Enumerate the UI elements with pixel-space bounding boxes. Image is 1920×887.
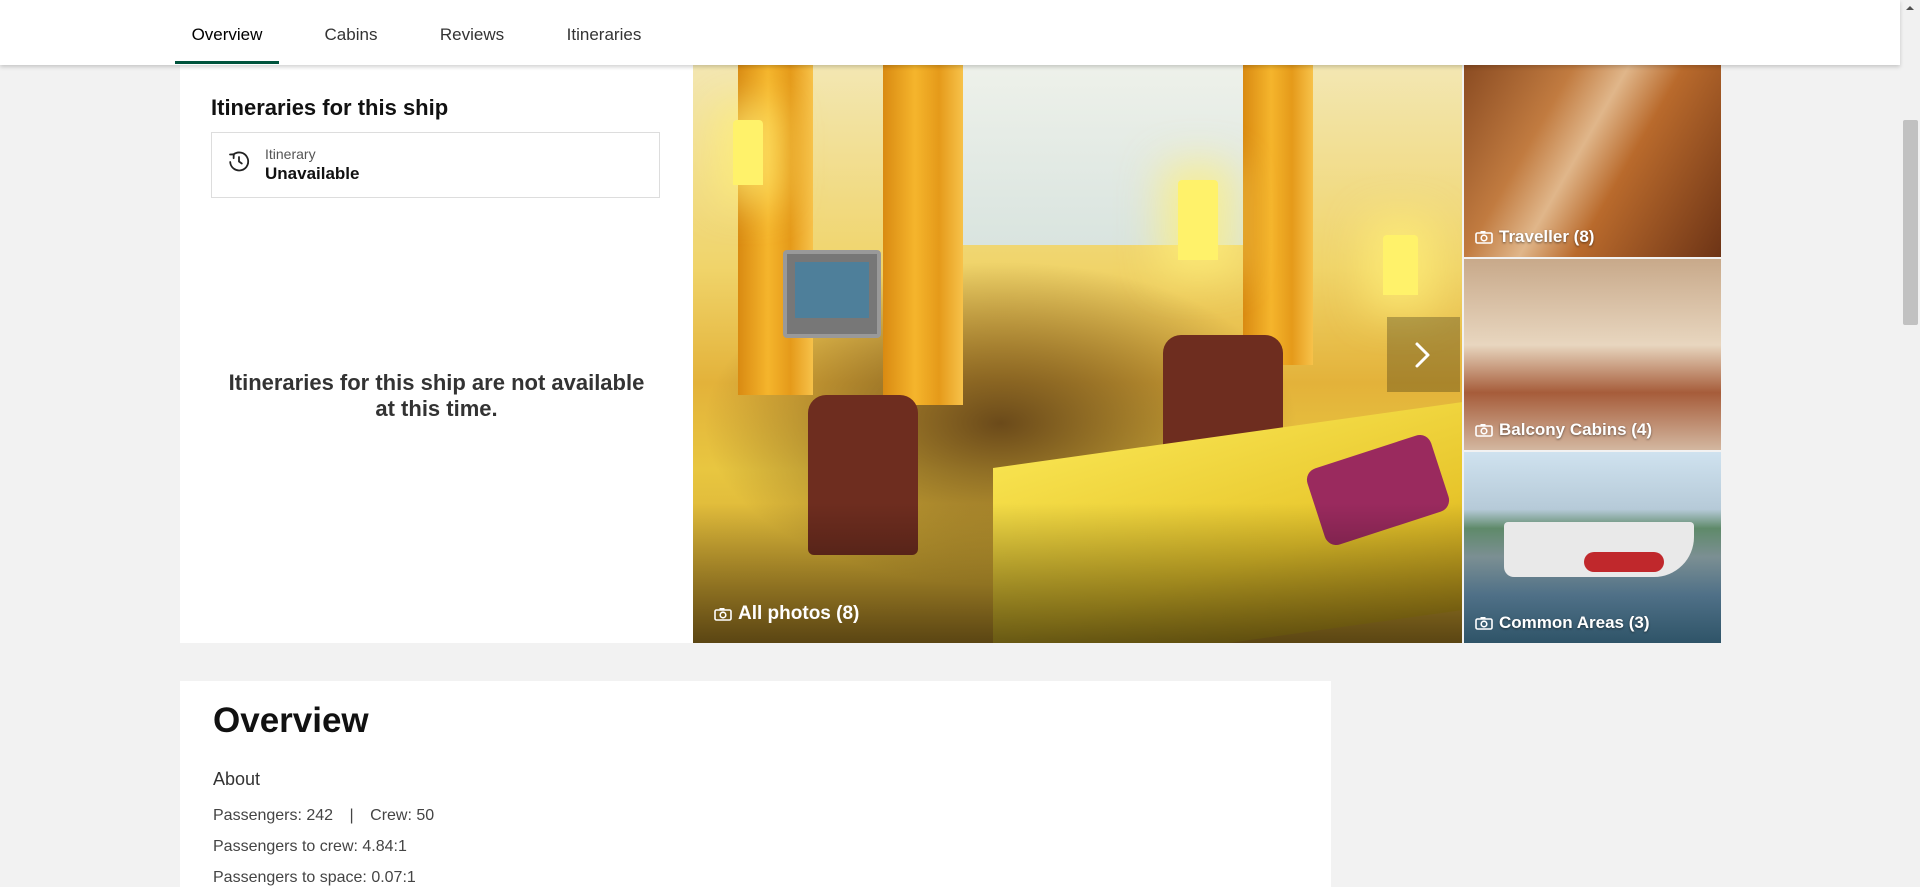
scroll-up-arrow-icon[interactable] — [1900, 0, 1920, 16]
tab-itineraries[interactable]: Itineraries — [558, 0, 650, 64]
passengers-crew-line: Passengers: 242 | Crew: 50 — [213, 807, 434, 825]
overview-heading: Overview — [213, 701, 369, 740]
curtain-left — [738, 65, 813, 395]
message-line-2: at this time. — [375, 396, 498, 421]
common-areas-photo[interactable]: Common Areas (3) — [1464, 452, 1721, 643]
wall-lamp-left — [733, 120, 763, 185]
wall-lamp-right — [1383, 235, 1418, 295]
common-areas-label: Common Areas (3) — [1499, 613, 1650, 632]
tv-screen — [795, 262, 869, 318]
tab-overview[interactable]: Overview — [175, 0, 279, 64]
balcony-cabins-caption: Balcony Cabins (4) — [1475, 420, 1652, 440]
itinerary-status-box: Itinerary Unavailable — [211, 132, 660, 198]
camera-icon — [1475, 617, 1493, 630]
tab-reviews[interactable]: Reviews — [436, 0, 508, 64]
television — [783, 250, 881, 338]
message-line-1: Itineraries for this ship are not availa… — [228, 370, 645, 395]
about-heading: About — [213, 769, 261, 789]
chevron-right-icon — [1415, 342, 1430, 368]
traveller-label: Traveller (8) — [1499, 227, 1595, 246]
next-photo-button[interactable] — [1387, 317, 1460, 392]
balcony-cabins-photo[interactable]: Balcony Cabins (4) — [1464, 259, 1721, 450]
table-lamp — [1178, 180, 1218, 260]
camera-icon — [1475, 424, 1493, 437]
scrollbar-thumb[interactable] — [1903, 120, 1918, 325]
itinerary-value: Unavailable — [265, 164, 360, 183]
itineraries-panel: Itineraries for this ship Itinerary Unav… — [180, 65, 693, 643]
itineraries-heading: Itineraries for this ship — [211, 95, 449, 120]
ship-stripe — [1584, 552, 1664, 572]
overview-section: Overview About Passengers: 242 | Crew: 5… — [180, 681, 1331, 887]
traveller-caption: Traveller (8) — [1475, 227, 1594, 247]
all-photos-caption[interactable]: All photos (8) — [714, 603, 859, 625]
all-photos-label: All photos (8) — [738, 603, 860, 624]
passengers-to-space: Passengers to space: 0.07:1 — [213, 869, 416, 886]
curtain-center — [883, 65, 963, 405]
main-photo-cabin[interactable]: All photos (8) — [693, 65, 1462, 643]
itineraries-unavailable-message: Itineraries for this ship are not availa… — [180, 370, 693, 422]
separator: | — [349, 807, 354, 824]
vertical-scrollbar[interactable] — [1900, 0, 1920, 887]
traveller-photo[interactable]: Traveller (8) — [1464, 65, 1721, 257]
clock-history-icon — [229, 151, 250, 172]
tab-cabins[interactable]: Cabins — [318, 0, 384, 64]
itinerary-label: Itinerary — [265, 146, 316, 162]
crew-count: Crew: 50 — [370, 807, 435, 824]
curtain-right — [1243, 65, 1313, 365]
balcony-cabins-label: Balcony Cabins (4) — [1499, 420, 1653, 439]
passengers-to-crew: Passengers to crew: 4.84:1 — [213, 838, 407, 855]
top-tab-bar: Overview Cabins Reviews Itineraries — [0, 0, 1900, 65]
common-areas-caption: Common Areas (3) — [1475, 613, 1650, 633]
camera-icon — [1475, 231, 1493, 244]
passengers-count: Passengers: 242 — [213, 807, 334, 824]
camera-icon — [714, 608, 732, 621]
